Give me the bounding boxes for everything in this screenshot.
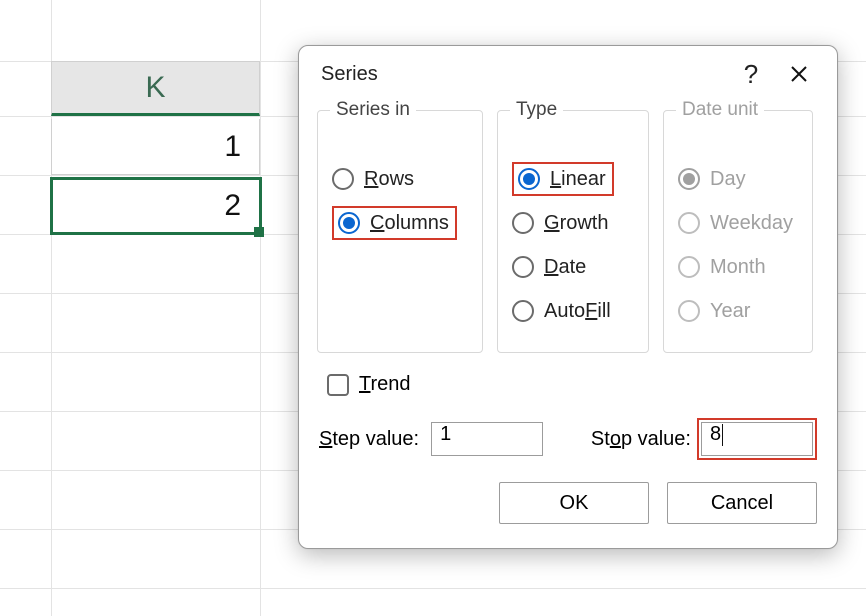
- column-header-k[interactable]: K: [51, 61, 260, 116]
- radio-icon: [678, 212, 700, 234]
- active-cell-k2[interactable]: 2: [50, 177, 262, 235]
- radio-year: Year: [678, 289, 798, 333]
- radio-icon: [338, 212, 360, 234]
- radio-autofill[interactable]: AutoFill: [512, 289, 634, 333]
- group-date-unit: Date unit Day Weekday Month Year: [663, 110, 813, 353]
- radio-date[interactable]: Date: [512, 245, 634, 289]
- ok-button[interactable]: OK: [499, 482, 649, 524]
- group-series-in: Series in Rows Columns: [317, 110, 483, 353]
- group-label-type: Type: [510, 99, 563, 121]
- group-label-series-in: Series in: [330, 99, 416, 121]
- cell-k1[interactable]: 1: [51, 119, 260, 175]
- radio-icon: [678, 256, 700, 278]
- fill-handle[interactable]: [254, 227, 264, 237]
- step-value-input[interactable]: 1: [431, 422, 543, 456]
- radio-day: Day: [678, 157, 798, 201]
- radio-columns[interactable]: Columns: [332, 201, 468, 245]
- stop-value-input[interactable]: 8: [701, 422, 813, 456]
- radio-icon: [332, 168, 354, 190]
- radio-icon: [678, 300, 700, 322]
- help-button[interactable]: ?: [731, 54, 771, 94]
- radio-icon: [512, 256, 534, 278]
- group-label-date-unit: Date unit: [676, 99, 764, 121]
- dialog-title: Series: [321, 63, 723, 86]
- radio-weekday: Weekday: [678, 201, 798, 245]
- series-dialog: Series ? Series in Rows Columns Type: [298, 45, 838, 549]
- radio-month: Month: [678, 245, 798, 289]
- radio-icon: [512, 300, 534, 322]
- radio-linear[interactable]: Linear: [512, 157, 634, 201]
- radio-growth[interactable]: Growth: [512, 201, 634, 245]
- help-icon: ?: [744, 59, 758, 90]
- radio-icon: [678, 168, 700, 190]
- stop-value-label: Stop value:: [591, 428, 691, 451]
- radio-rows[interactable]: Rows: [332, 157, 468, 201]
- step-value-label: Step value:: [319, 428, 419, 451]
- trend-label: Trend: [359, 373, 411, 396]
- radio-icon: [518, 168, 540, 190]
- close-icon: [790, 65, 808, 83]
- cancel-button[interactable]: Cancel: [667, 482, 817, 524]
- trend-checkbox[interactable]: [327, 374, 349, 396]
- group-type: Type Linear Growth Date AutoFill: [497, 110, 649, 353]
- close-button[interactable]: [779, 54, 819, 94]
- radio-icon: [512, 212, 534, 234]
